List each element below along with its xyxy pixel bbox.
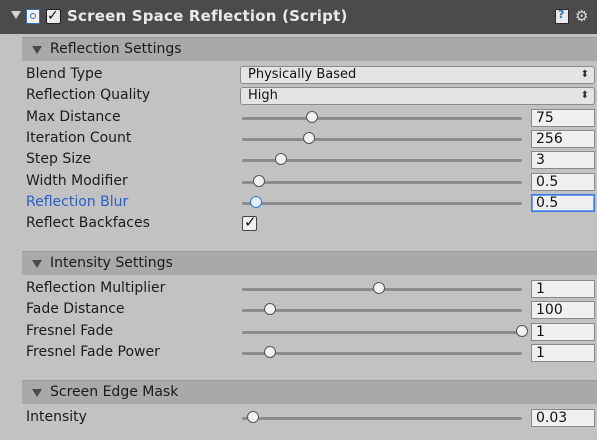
row-reflection-multiplier: Reflection Multiplier 1 <box>0 279 597 300</box>
section-label: Screen Edge Mask <box>50 384 179 400</box>
reflection-blur-label: Reflection Blur <box>26 193 129 210</box>
row-reflection-blur: Reflection Blur 0.5 <box>0 193 597 214</box>
row-reflection-quality: Reflection Quality High ⬍ <box>0 86 597 107</box>
fresnel-fade-value: 1 <box>536 323 545 340</box>
foldout-arrow-icon[interactable] <box>32 389 42 397</box>
blend-type-dropdown[interactable]: Physically Based ⬍ <box>240 66 595 84</box>
row-step-size: Step Size 3 <box>0 150 597 171</box>
reflection-multiplier-value-field[interactable]: 1 <box>531 280 595 298</box>
reflect-backfaces-label: Reflect Backfaces <box>26 215 150 232</box>
max-distance-value: 75 <box>536 109 554 126</box>
section-label: Intensity Settings <box>50 255 173 271</box>
fresnel-fade-power-value: 1 <box>536 344 545 361</box>
fresnel-fade-power-value-field[interactable]: 1 <box>531 343 595 362</box>
max-distance-value-field[interactable]: 75 <box>531 108 595 127</box>
gear-icon[interactable]: ⚙ <box>575 6 588 26</box>
row-fresnel-fade-power: Fresnel Fade Power 1 <box>0 343 597 364</box>
width-modifier-value: 0.5 <box>536 173 559 190</box>
fresnel-fade-value-field[interactable]: 1 <box>531 322 595 341</box>
reflection-multiplier-value: 1 <box>536 281 545 297</box>
reflection-blur-slider-track[interactable] <box>242 201 522 205</box>
fresnel-fade-power-label: Fresnel Fade Power <box>26 343 160 360</box>
fresnel-fade-slider-track[interactable] <box>242 330 522 334</box>
fade-distance-label: Fade Distance <box>26 301 125 318</box>
width-modifier-slider-thumb[interactable] <box>252 174 265 187</box>
section-intensity-settings[interactable]: Intensity Settings <box>22 251 597 275</box>
row-fade-distance: Fade Distance 100 <box>0 300 597 321</box>
max-distance-slider-track[interactable] <box>242 116 522 120</box>
fresnel-fade-slider-thumb[interactable] <box>516 324 528 337</box>
row-fresnel-fade: Fresnel Fade 1 <box>0 322 597 343</box>
reflection-multiplier-label: Reflection Multiplier <box>26 280 166 296</box>
checkmark-icon: ✓ <box>47 8 59 24</box>
reflection-quality-dropdown[interactable]: High ⬍ <box>240 87 595 106</box>
foldout-arrow-icon[interactable] <box>32 46 42 54</box>
step-size-value: 3 <box>536 152 545 169</box>
step-size-slider-thumb[interactable] <box>275 153 288 166</box>
row-blend-type: Blend Type Physically Based ⬍ <box>0 65 597 86</box>
fade-distance-value-field[interactable]: 100 <box>531 301 595 320</box>
fade-distance-slider-thumb[interactable] <box>264 303 276 316</box>
reflection-multiplier-slider-thumb[interactable] <box>373 282 386 294</box>
reflection-blur-slider-thumb[interactable] <box>250 195 262 208</box>
script-icon <box>26 9 40 24</box>
width-modifier-label: Width Modifier <box>26 172 128 189</box>
intensity-value: 0.03 <box>536 410 568 426</box>
row-reflect-backfaces: Reflect Backfaces ✓ <box>0 213 597 235</box>
component-header[interactable]: ✓ Screen Space Reflection (Script) ⚙ <box>0 0 597 34</box>
foldout-arrow-icon[interactable] <box>11 11 21 19</box>
iteration-count-slider-track[interactable] <box>242 137 522 141</box>
row-intensity: Intensity 0.03 <box>0 408 597 429</box>
section-label: Reflection Settings <box>50 41 182 57</box>
iteration-count-label: Iteration Count <box>26 129 132 146</box>
fade-distance-slider-track[interactable] <box>242 309 522 313</box>
section-screen-edge-mask[interactable]: Screen Edge Mask <box>22 380 597 404</box>
intensity-slider-track[interactable] <box>242 417 522 420</box>
inspector-panel: ✓ Screen Space Reflection (Script) ⚙ Ref… <box>0 0 597 440</box>
iteration-count-slider-thumb[interactable] <box>303 131 316 144</box>
fade-distance-value: 100 <box>536 302 563 319</box>
fresnel-fade-power-slider-thumb[interactable] <box>264 345 276 358</box>
row-iteration-count: Iteration Count 256 <box>0 129 597 150</box>
reflection-quality-label: Reflection Quality <box>26 87 151 104</box>
step-size-value-field[interactable]: 3 <box>531 151 595 170</box>
foldout-arrow-icon[interactable] <box>32 260 42 268</box>
width-modifier-slider-track[interactable] <box>242 180 522 184</box>
section-reflection-settings[interactable]: Reflection Settings <box>22 37 597 61</box>
row-width-modifier: Width Modifier 0.5 <box>0 172 597 193</box>
iteration-count-value-field[interactable]: 256 <box>531 129 595 148</box>
component-enabled-checkbox[interactable]: ✓ <box>46 8 61 24</box>
row-max-distance: Max Distance 75 <box>0 108 597 129</box>
help-book-icon[interactable] <box>555 8 569 24</box>
intensity-slider-thumb[interactable] <box>247 411 260 423</box>
blend-type-label: Blend Type <box>26 66 103 82</box>
max-distance-label: Max Distance <box>26 108 121 125</box>
reflection-blur-value-field[interactable]: 0.5 <box>531 193 595 212</box>
checkmark-icon: ✓ <box>244 213 257 232</box>
max-distance-slider-thumb[interactable] <box>306 110 318 123</box>
blend-type-selected-value: Physically Based <box>248 67 357 82</box>
intensity-label: Intensity <box>26 409 87 425</box>
iteration-count-value: 256 <box>536 130 563 147</box>
component-title: Screen Space Reflection (Script) <box>67 7 348 25</box>
dropdown-arrows-icon: ⬍ <box>580 69 589 80</box>
intensity-value-field[interactable]: 0.03 <box>531 409 595 427</box>
reflection-blur-value: 0.5 <box>536 194 559 211</box>
step-size-label: Step Size <box>26 151 92 168</box>
fresnel-fade-label: Fresnel Fade <box>26 322 114 339</box>
fresnel-fade-power-slider-track[interactable] <box>242 351 522 355</box>
reflect-backfaces-checkbox[interactable]: ✓ <box>242 213 257 232</box>
reflection-quality-selected-value: High <box>248 88 278 104</box>
dropdown-arrows-icon: ⬍ <box>580 90 589 102</box>
width-modifier-value-field[interactable]: 0.5 <box>531 172 595 191</box>
